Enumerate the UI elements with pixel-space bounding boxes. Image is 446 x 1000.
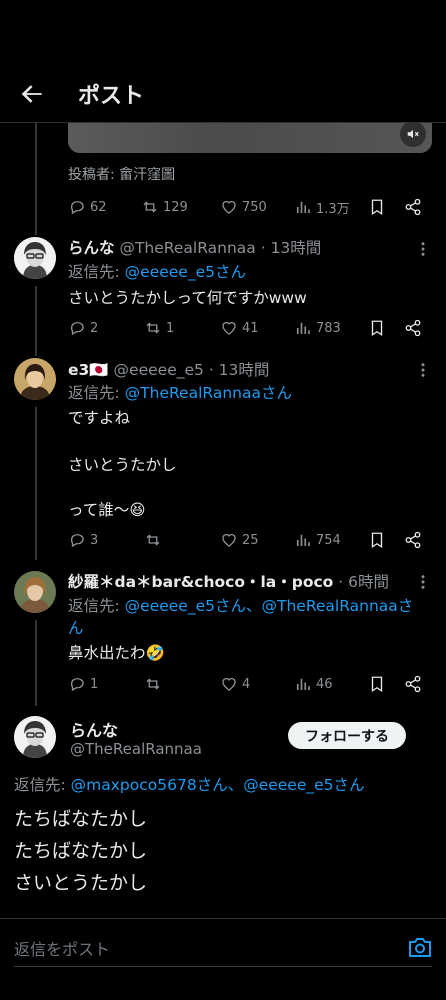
reply-text: 鼻水出たわ🤣 <box>68 644 165 662</box>
repost-icon <box>146 678 160 690</box>
share-icon[interactable] <box>404 531 422 549</box>
mention-link[interactable]: @eeeee_e5さん、@TheRealRannaaさ <box>125 597 414 615</box>
share-icon[interactable] <box>404 675 422 693</box>
views-button[interactable]: 783 <box>294 317 341 339</box>
composer-underline <box>14 966 432 967</box>
reply-header: らんな @TheRealRannaa · 13時間 <box>68 236 321 258</box>
reply-icon <box>70 201 84 215</box>
repost-icon <box>146 322 160 334</box>
timestamp[interactable]: · 6時間 <box>338 573 389 591</box>
composer-divider <box>0 918 446 919</box>
mention-link[interactable]: @eeeee_e5さん <box>125 263 246 281</box>
post-text-line: さいとうたかし <box>14 872 148 894</box>
bookmark-icon[interactable] <box>368 675 386 693</box>
back-arrow-icon[interactable] <box>18 80 46 108</box>
repost-button[interactable] <box>144 673 166 695</box>
views-chart-icon <box>296 201 310 213</box>
handle[interactable]: @TheRealRannaa <box>70 740 202 758</box>
reply-button[interactable]: 2 <box>68 317 98 339</box>
mention-link[interactable]: @TheRealRannaaさん <box>125 384 292 402</box>
avatar[interactable] <box>14 716 56 758</box>
repost-button[interactable]: 1 <box>144 317 174 339</box>
repost-button[interactable]: 129 <box>141 196 188 218</box>
display-name[interactable]: らんな <box>68 239 115 257</box>
views-chart-icon <box>296 678 310 690</box>
more-options-icon[interactable] <box>414 361 432 379</box>
reply-text-line: ですよね <box>68 409 131 427</box>
page-title: ポスト <box>78 84 145 109</box>
media-caption: 投稿者: 畲汗窪圖 <box>68 167 176 183</box>
avatar[interactable] <box>14 571 56 613</box>
reply-icon <box>70 678 84 692</box>
views-button[interactable]: 1.3万 <box>294 196 350 218</box>
thread-line <box>35 286 37 356</box>
reply-text-line: って誰〜😆 <box>68 501 146 519</box>
post-text-line: たちばなたかし <box>14 840 148 862</box>
reply-header: e3🇯🇵 @eeeee_e5 · 13時間 <box>68 358 269 380</box>
views-button[interactable]: 46 <box>294 673 333 695</box>
like-button[interactable]: 4 <box>220 673 250 695</box>
reply-input[interactable]: 返信をポスト <box>14 936 110 960</box>
reply-action-bar: 1 4 46 <box>68 673 428 695</box>
display-name[interactable]: 紗羅＊da＊bar&choco・la・poco <box>68 573 333 591</box>
reply-action-bar: 2 1 41 783 <box>68 317 428 339</box>
reply-action-bar: 3 25 754 <box>68 529 428 551</box>
thread-line <box>35 123 37 235</box>
heart-icon <box>222 677 236 691</box>
bookmark-icon[interactable] <box>368 531 386 549</box>
like-button[interactable]: 750 <box>220 196 267 218</box>
avatar[interactable] <box>14 358 56 400</box>
handle[interactable]: @eeeee_e5 <box>114 361 204 379</box>
reply-text-line: さいとうたかし <box>68 456 177 474</box>
views-button[interactable]: 754 <box>294 529 341 551</box>
reply-to-line: 返信先: @eeeee_e5さん、@TheRealRannaaさ <box>68 597 414 615</box>
repost-button[interactable] <box>144 529 166 551</box>
reply-icon <box>70 534 84 548</box>
views-chart-icon <box>296 534 310 546</box>
share-icon[interactable] <box>404 319 422 337</box>
thread-line <box>35 620 37 706</box>
timestamp[interactable]: · 13時間 <box>209 361 270 379</box>
follow-button[interactable]: フォローする <box>288 722 406 749</box>
thread-line <box>35 407 37 560</box>
timestamp[interactable]: · 13時間 <box>261 239 322 257</box>
like-button[interactable]: 25 <box>220 529 259 551</box>
reply-header: 紗羅＊da＊bar&choco・la・poco · 6時間 <box>68 570 389 592</box>
reply-text: さいとうたかしって何ですかwww <box>68 289 307 307</box>
mention-link[interactable]: ん <box>68 619 84 637</box>
handle[interactable]: @TheRealRannaa <box>119 239 255 257</box>
reply-to-line: 返信先: @TheRealRannaaさん <box>68 384 292 402</box>
share-icon[interactable] <box>404 198 422 216</box>
mention-link[interactable]: @maxpoco5678さん、@eeeee_e5さん <box>71 776 365 794</box>
reply-button[interactable]: 1 <box>68 673 98 695</box>
top-bar: ポスト <box>0 62 446 124</box>
heart-icon <box>222 321 236 335</box>
avatar[interactable] <box>14 237 56 279</box>
reply-button[interactable]: 3 <box>68 529 98 551</box>
mute-icon[interactable] <box>400 123 426 147</box>
post-text-line: たちばなたかし <box>14 808 148 830</box>
display-name[interactable]: らんな <box>70 717 118 741</box>
more-options-icon[interactable] <box>414 573 432 591</box>
heart-icon <box>222 200 236 214</box>
reply-button[interactable]: 62 <box>68 196 107 218</box>
bookmark-icon[interactable] <box>368 198 386 216</box>
reply-to-line-wrap: ん <box>68 616 84 638</box>
views-chart-icon <box>296 322 310 334</box>
heart-icon <box>222 533 236 547</box>
reply-icon <box>70 322 84 336</box>
video-thumbnail[interactable] <box>68 123 432 153</box>
like-button[interactable]: 41 <box>220 317 259 339</box>
more-options-icon[interactable] <box>414 240 432 258</box>
reply-to-line: 返信先: @eeeee_e5さん <box>68 263 246 281</box>
parent-action-bar: 62 129 750 1.3万 <box>68 196 428 218</box>
camera-icon[interactable] <box>408 936 432 958</box>
reply-to-line: 返信先: @maxpoco5678さん、@eeeee_e5さん <box>14 776 365 794</box>
repost-icon <box>143 201 157 213</box>
repost-icon <box>146 534 160 546</box>
bookmark-icon[interactable] <box>368 319 386 337</box>
display-name[interactable]: e3🇯🇵 <box>68 361 109 379</box>
